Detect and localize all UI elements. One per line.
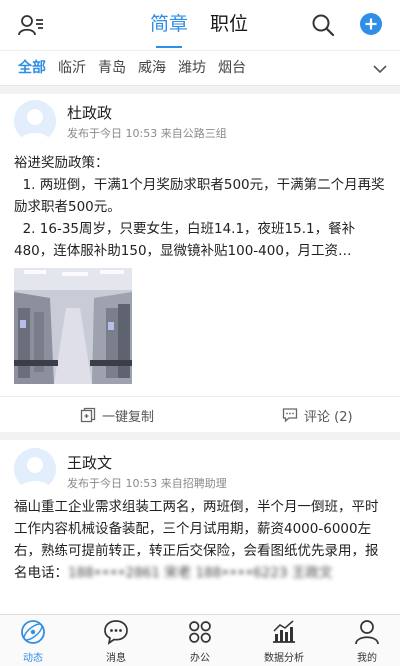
bar-chart-icon xyxy=(273,620,295,643)
top-bar: 简章 职位 xyxy=(0,0,400,50)
bottom-nav: 动态 消息 办公 数据分析 我的 xyxy=(0,614,400,666)
copy-button[interactable]: 一键复制 xyxy=(80,397,154,433)
avatar[interactable] xyxy=(14,100,56,142)
nav-label: 我的 xyxy=(357,653,377,664)
city-weihai[interactable]: 威海 xyxy=(138,51,178,86)
nav-profile[interactable]: 我的 xyxy=(337,619,397,664)
post-body[interactable]: 裕进奖励政策： 1. 两班倒，干满1个月奖励求职者500元，干满第二个月再奖励求… xyxy=(14,152,386,262)
nav-data-analysis[interactable]: 数据分析 xyxy=(254,619,314,664)
compass-icon xyxy=(21,620,45,644)
city-filter-bar: 全部 临沂 青岛 威海 潍坊 烟台 xyxy=(0,50,400,86)
city-qingdao[interactable]: 青岛 xyxy=(98,51,138,86)
contacts-icon[interactable] xyxy=(18,13,44,37)
header-tabs: 简章 职位 xyxy=(150,8,248,48)
post-text: 1. 两班倒，干满1个月奖励求职者500元，干满第二个月再奖励求职者500元。 xyxy=(14,177,385,215)
post-body[interactable]: 福山重工企业需求组装工两名，两班倒，半个月一倒班，平时工作内容机械设备装配，三个… xyxy=(14,496,386,584)
comment-button[interactable]: 评论 (2) xyxy=(282,397,353,433)
author-name[interactable]: 王政文 xyxy=(67,452,112,473)
post-text: 裕进奖励政策： xyxy=(14,155,109,171)
post-photo[interactable] xyxy=(14,268,132,384)
chat-icon xyxy=(104,620,128,645)
avatar-icon xyxy=(14,448,56,490)
author-name[interactable]: 杜政政 xyxy=(67,102,112,123)
chevron-down-icon[interactable] xyxy=(371,60,389,78)
city-weifang[interactable]: 潍坊 xyxy=(178,51,218,86)
city-list: 全部 临沂 青岛 威海 潍坊 烟台 xyxy=(18,51,258,86)
comment-icon xyxy=(282,408,298,423)
clover-icon xyxy=(189,621,211,643)
copy-icon xyxy=(80,407,96,423)
tab-positions[interactable]: 职位 xyxy=(210,8,248,40)
city-all[interactable]: 全部 xyxy=(18,51,58,86)
avatar-icon xyxy=(14,100,56,142)
divider xyxy=(0,86,400,94)
avatar[interactable] xyxy=(14,448,56,490)
nav-feed[interactable]: 动态 xyxy=(3,619,63,664)
nav-office[interactable]: 办公 xyxy=(170,619,230,664)
nav-label: 办公 xyxy=(190,653,210,664)
nav-label: 消息 xyxy=(106,653,126,664)
tab-brochure[interactable]: 简章 xyxy=(150,8,188,48)
factory-photo xyxy=(14,268,132,384)
divider xyxy=(0,432,400,440)
nav-messages[interactable]: 消息 xyxy=(86,619,146,664)
city-yantai[interactable]: 烟台 xyxy=(218,51,258,86)
post-text: 2. 16-35周岁，只要女生，白班14.1，夜班15.1，餐补480，连体服补… xyxy=(14,221,356,259)
copy-label: 一键复制 xyxy=(102,409,155,425)
post-card: 杜政政 发布于今日 10:53 来自公路三组 裕进奖励政策： 1. 两班倒，干满… xyxy=(0,94,400,432)
person-icon xyxy=(355,620,379,645)
city-linyi[interactable]: 临沂 xyxy=(58,51,98,86)
nav-label: 数据分析 xyxy=(264,653,304,664)
comment-label: 评论 (2) xyxy=(304,409,353,425)
add-icon[interactable] xyxy=(360,13,382,35)
post-meta: 发布于今日 10:53 来自招聘助理 xyxy=(67,477,227,490)
post-actions: 一键复制 评论 (2) xyxy=(0,396,400,432)
search-icon[interactable] xyxy=(311,13,335,37)
post-card: 王政文 发布于今日 10:53 来自招聘助理 福山重工企业需求组装工两名，两班倒… xyxy=(0,440,400,614)
post-meta: 发布于今日 10:53 来自公路三组 xyxy=(67,127,227,140)
nav-label: 动态 xyxy=(23,653,43,664)
blurred-phone-numbers: 188••••2861 宋老 188••••6223 王政文 xyxy=(68,565,333,581)
